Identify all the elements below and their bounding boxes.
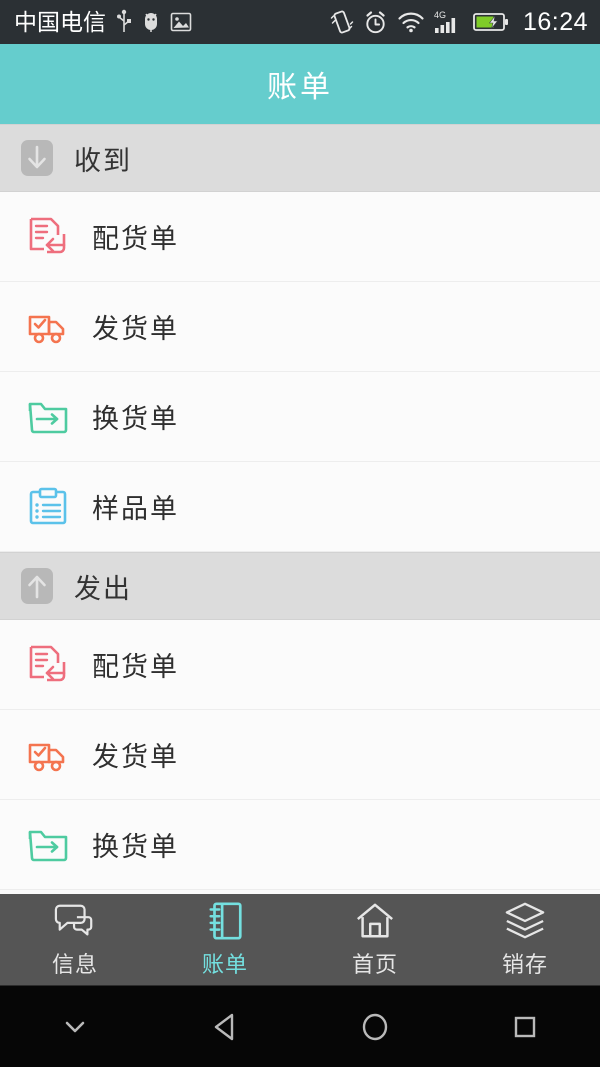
- signal-4g-icon: 4G: [434, 10, 456, 33]
- tab-messages[interactable]: 信息: [0, 894, 150, 985]
- list-item-label: 样品单: [92, 494, 179, 524]
- clock-label: 16:24: [522, 7, 588, 36]
- bottom-tab-bar: 信息 账单 首页 销存: [0, 894, 600, 985]
- status-bar-right: 4G 16:24: [330, 8, 588, 37]
- carrier-label: 中国电信: [14, 8, 106, 35]
- usb-icon: [117, 9, 131, 32]
- document-in-icon: [29, 217, 66, 253]
- vibrate-icon: [330, 10, 354, 34]
- list-item-sent-allocation[interactable]: 配货单: [0, 620, 600, 710]
- back-button[interactable]: [150, 1010, 300, 1044]
- list-item-label: 配货单: [92, 652, 179, 682]
- folder-out-icon: [28, 830, 68, 861]
- home-circle-icon: [362, 1013, 388, 1040]
- tab-home[interactable]: 首页: [300, 894, 450, 985]
- app-header: 账单: [0, 44, 600, 124]
- status-bar-left: 中国电信: [14, 9, 330, 35]
- list-item-received-shipment[interactable]: 发货单: [0, 282, 600, 372]
- chevron-down-icon: [65, 1021, 85, 1032]
- arrow-down-box-icon: [21, 140, 53, 176]
- list-item-received-allocation[interactable]: 配货单: [0, 192, 600, 282]
- status-bar: 中国电信 4G 16:24: [0, 0, 600, 44]
- home-button[interactable]: [300, 1010, 450, 1044]
- list-item-sent-exchange[interactable]: 换货单: [0, 800, 600, 890]
- android-nav-bar: [0, 985, 600, 1067]
- truck-check-icon: [28, 315, 65, 343]
- truck-check-icon: [28, 743, 65, 771]
- list-item-label: 换货单: [92, 404, 179, 434]
- notebook-icon: [209, 902, 242, 940]
- alarm-icon: [366, 10, 385, 33]
- recents-square-icon: [514, 1016, 536, 1037]
- layers-icon: [505, 902, 545, 939]
- back-triangle-icon: [214, 1013, 234, 1040]
- list-item-label: 配货单: [92, 224, 179, 254]
- svg-text:4G: 4G: [434, 10, 446, 20]
- list-item-label: 发货单: [92, 314, 179, 344]
- tab-label: 首页: [351, 952, 398, 977]
- list-item-received-sample[interactable]: 样品单: [0, 462, 600, 552]
- bill-list[interactable]: 收到 配货单 发货单 换货单 样品单 发出 配货单 发货单 换货单: [0, 124, 600, 894]
- battery-charging-icon: [473, 13, 508, 31]
- recents-button[interactable]: [450, 1011, 600, 1043]
- page-title: 账单: [267, 71, 333, 104]
- tab-bills[interactable]: 账单: [150, 894, 300, 985]
- list-item-sent-shipment[interactable]: 发货单: [0, 710, 600, 800]
- tab-inventory[interactable]: 销存: [450, 894, 600, 985]
- folder-out-icon: [28, 402, 68, 433]
- arrow-up-box-icon: [21, 568, 53, 604]
- list-item-label: 换货单: [92, 832, 179, 862]
- wifi-icon: [398, 12, 424, 33]
- section-label: 发出: [74, 573, 132, 604]
- section-label: 收到: [74, 145, 132, 176]
- screenshot-icon: [170, 12, 192, 32]
- list-item-received-exchange[interactable]: 换货单: [0, 372, 600, 462]
- house-icon: [357, 903, 393, 938]
- tab-label: 销存: [501, 952, 548, 977]
- phone-screen: 中国电信 4G 16:24 账单 收到 配货单 发货单 换货单 样品单 发出 配…: [0, 0, 600, 1067]
- list-item-label: 发货单: [92, 742, 179, 772]
- android-debug-icon: [145, 13, 157, 32]
- hide-keyboard-button[interactable]: [0, 1017, 150, 1037]
- tab-label: 信息: [51, 952, 98, 977]
- chat-bubbles-icon: [54, 904, 93, 936]
- tab-label: 账单: [201, 952, 248, 977]
- clipboard-list-icon: [29, 487, 67, 524]
- section-header-received: 收到: [0, 124, 600, 192]
- section-header-sent: 发出: [0, 552, 600, 620]
- document-in-icon: [29, 645, 66, 681]
